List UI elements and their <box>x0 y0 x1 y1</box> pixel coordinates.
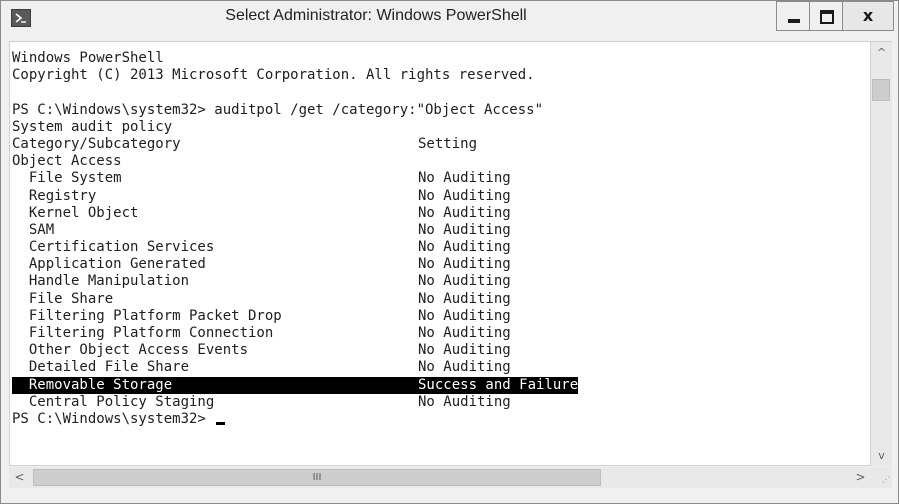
horizontal-scroll-thumb[interactable]: III <box>33 469 601 486</box>
text-cursor <box>216 421 226 425</box>
row-setting: No Auditing <box>418 359 511 376</box>
table-row: Detailed File Share No Auditing <box>12 359 578 376</box>
scroll-right-arrow-icon[interactable]: > <box>850 467 871 488</box>
table-row: Other Object Access Events No Auditing <box>12 342 578 359</box>
close-button[interactable]: x <box>842 1 894 31</box>
caption-buttons: x <box>776 1 894 31</box>
row-subcategory: File System <box>12 170 122 187</box>
console-line: Copyright (C) 2013 Microsoft Corporation… <box>12 67 535 84</box>
table-header: Category/Subcategory Setting <box>12 136 578 153</box>
table-row: Filtering Platform Connection No Auditing <box>12 325 578 342</box>
minimize-button[interactable] <box>776 1 810 31</box>
row-subcategory: SAM <box>12 221 55 238</box>
scroll-down-arrow-icon[interactable]: v <box>871 445 892 466</box>
resize-grip-icon[interactable]: ⋰ <box>871 467 892 488</box>
console-lines: Windows PowerShell Copyright (C) 2013 Mic… <box>12 50 579 428</box>
row-subcategory: Registry <box>12 187 97 204</box>
prompt-line[interactable]: PS C:\Windows\system32> <box>12 411 578 428</box>
category-line: Object Access <box>12 153 122 170</box>
row-subcategory: Filtering Platform Connection <box>12 325 274 341</box>
maximize-icon <box>820 10 834 24</box>
table-row: File System No Auditing <box>12 170 578 187</box>
row-subcategory: File Share <box>12 290 114 307</box>
table-row: File Share No Auditing <box>12 291 578 308</box>
table-row-selected: Removable Storage Success and Failure <box>12 376 579 394</box>
row-subcategory: Removable Storage <box>12 376 418 394</box>
title-bar[interactable]: Select Administrator: Windows PowerShell… <box>1 1 898 41</box>
row-subcategory: Filtering Platform Packet Drop <box>12 307 282 324</box>
vertical-scrollbar[interactable]: ^ v <box>871 41 892 466</box>
scroll-left-arrow-icon[interactable]: < <box>9 467 30 488</box>
row-subcategory: Application Generated <box>12 256 206 273</box>
close-icon: x <box>862 6 874 25</box>
window-title: Select Administrator: Windows PowerShell <box>225 7 527 24</box>
table-row: Kernel Object No Auditing <box>12 205 578 222</box>
table-row: Registry No Auditing <box>12 188 578 205</box>
header-setting: Setting <box>418 135 478 152</box>
row-setting: No Auditing <box>418 307 511 324</box>
console-output[interactable]: Windows PowerShell Copyright (C) 2013 Mic… <box>9 41 871 466</box>
row-setting: No Auditing <box>418 342 511 359</box>
row-subcategory: Certification Services <box>12 239 215 256</box>
row-setting: No Auditing <box>418 290 511 307</box>
console-line: System audit policy <box>12 118 173 135</box>
table-row: Certification Services No Auditing <box>12 239 578 256</box>
console-line: PS C:\Windows\system32> auditpol /get /c… <box>12 101 544 118</box>
row-setting: Success and Failure <box>418 376 579 394</box>
horizontal-scrollbar[interactable]: < III > <box>9 467 871 488</box>
table-row: Handle Manipulation No Auditing <box>12 273 578 290</box>
row-setting: No Auditing <box>418 170 511 187</box>
powershell-window: Select Administrator: Windows PowerShell… <box>0 0 899 504</box>
row-subcategory: Detailed File Share <box>12 359 190 376</box>
table-row: Filtering Platform Packet Drop No Auditin… <box>12 308 578 325</box>
table-row: Application Generated No Auditing <box>12 256 578 273</box>
vertical-scroll-thumb[interactable] <box>872 79 890 101</box>
row-setting: No Auditing <box>418 273 511 290</box>
header-subcategory: Category/Subcategory <box>12 135 181 152</box>
row-setting: No Auditing <box>418 325 511 341</box>
scroll-up-arrow-icon[interactable]: ^ <box>871 42 892 63</box>
row-subcategory: Other Object Access Events <box>12 342 249 359</box>
maximize-button[interactable] <box>809 1 843 31</box>
row-setting: No Auditing <box>418 393 511 410</box>
row-setting: No Auditing <box>418 204 511 221</box>
console-line: Windows PowerShell <box>12 50 164 66</box>
row-setting: No Auditing <box>418 256 511 273</box>
prompt-text: PS C:\Windows\system32> <box>12 410 215 427</box>
row-setting: No Auditing <box>418 221 511 238</box>
table-row: SAM No Auditing <box>12 222 578 239</box>
row-setting: No Auditing <box>418 187 511 204</box>
row-subcategory: Handle Manipulation <box>12 273 190 290</box>
row-setting: No Auditing <box>418 239 511 256</box>
minimize-icon <box>788 19 800 23</box>
table-row: Central Policy Staging No Auditing <box>12 394 578 411</box>
row-subcategory: Central Policy Staging <box>12 393 215 410</box>
row-subcategory: Kernel Object <box>12 204 139 221</box>
